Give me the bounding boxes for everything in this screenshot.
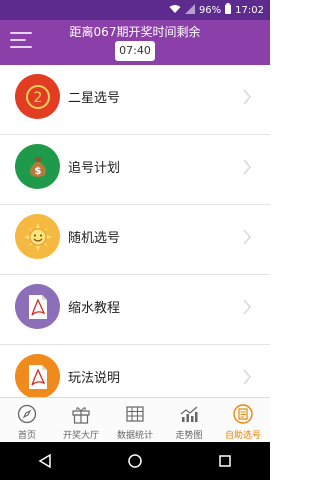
menu-item-label: 二星选号 xyxy=(68,91,121,106)
menu-item-two-star[interactable]: 2 二星选号 xyxy=(0,65,270,135)
chevron-right-icon xyxy=(243,159,251,175)
menu-list: 2 二星选号 $ 追号计划 随机选号 缩水教程 玩法说明 xyxy=(0,65,270,415)
app-header: 距离067期开奖时间剩余 07:40 xyxy=(0,20,270,65)
countdown-timer: 07:40 xyxy=(115,41,155,61)
signal-icon xyxy=(184,3,195,17)
tab-statistics[interactable]: 数据统计 xyxy=(108,398,162,442)
menu-icon xyxy=(10,32,32,34)
svg-text:2: 2 xyxy=(33,90,42,106)
home-circle-icon xyxy=(128,454,142,468)
back-button[interactable] xyxy=(30,446,60,476)
menu-item-random-pick[interactable]: 随机选号 xyxy=(0,205,270,275)
clock: 17:02 xyxy=(235,4,264,16)
menu-button[interactable] xyxy=(10,30,32,54)
gift-icon xyxy=(72,407,90,424)
sun-face-icon xyxy=(15,214,60,259)
two-star-icon: 2 xyxy=(15,74,60,119)
status-bar-right: 96% 17:02 xyxy=(169,3,264,17)
system-nav-bar xyxy=(0,442,270,480)
svg-text:$: $ xyxy=(34,166,41,177)
recents-square-icon xyxy=(219,455,231,467)
status-bar: 96% 17:02 xyxy=(0,0,270,20)
wifi-icon xyxy=(169,4,181,17)
chevron-right-icon xyxy=(243,299,251,315)
home-button[interactable] xyxy=(120,446,150,476)
document-icon xyxy=(233,404,253,424)
trend-chart-icon xyxy=(180,406,198,422)
menu-item-shrink-tutorial[interactable]: 缩水教程 xyxy=(0,275,270,345)
menu-item-chase-plan[interactable]: $ 追号计划 xyxy=(0,135,270,205)
tab-self-pick[interactable]: 自助选号 xyxy=(216,398,270,442)
back-triangle-icon xyxy=(38,454,51,468)
tab-label: 开奖大厅 xyxy=(62,431,99,441)
tab-label: 数据统计 xyxy=(116,431,153,441)
tab-home[interactable]: 首页 xyxy=(0,398,54,442)
menu-item-label: 缩水教程 xyxy=(68,301,121,316)
pdf-document-icon xyxy=(15,354,60,399)
tab-label: 自助选号 xyxy=(224,431,261,441)
battery-percent: 96% xyxy=(198,4,222,16)
chevron-right-icon xyxy=(243,369,251,385)
bottom-tab-bar: 首页 开奖大厅 数据统计 走势图 自助选号 xyxy=(0,397,270,442)
tab-label: 走势图 xyxy=(175,431,203,441)
chevron-right-icon xyxy=(243,89,251,105)
recents-button[interactable] xyxy=(210,446,240,476)
grid-table-icon xyxy=(126,406,144,422)
pdf-document-icon xyxy=(15,284,60,329)
tab-trend-chart[interactable]: 走势图 xyxy=(162,398,216,442)
money-bag-icon: $ xyxy=(15,144,60,189)
tab-label: 首页 xyxy=(17,431,36,441)
menu-item-label: 随机选号 xyxy=(68,231,121,246)
tab-draw-hall[interactable]: 开奖大厅 xyxy=(54,398,108,442)
chevron-right-icon xyxy=(243,229,251,245)
menu-icon-line xyxy=(10,39,26,41)
battery-icon xyxy=(225,3,232,17)
compass-icon xyxy=(17,404,37,424)
menu-icon-line xyxy=(10,46,32,48)
menu-item-label: 玩法说明 xyxy=(68,371,121,386)
header-title: 距离067期开奖时间剩余 xyxy=(69,25,201,39)
menu-item-label: 追号计划 xyxy=(68,161,121,176)
